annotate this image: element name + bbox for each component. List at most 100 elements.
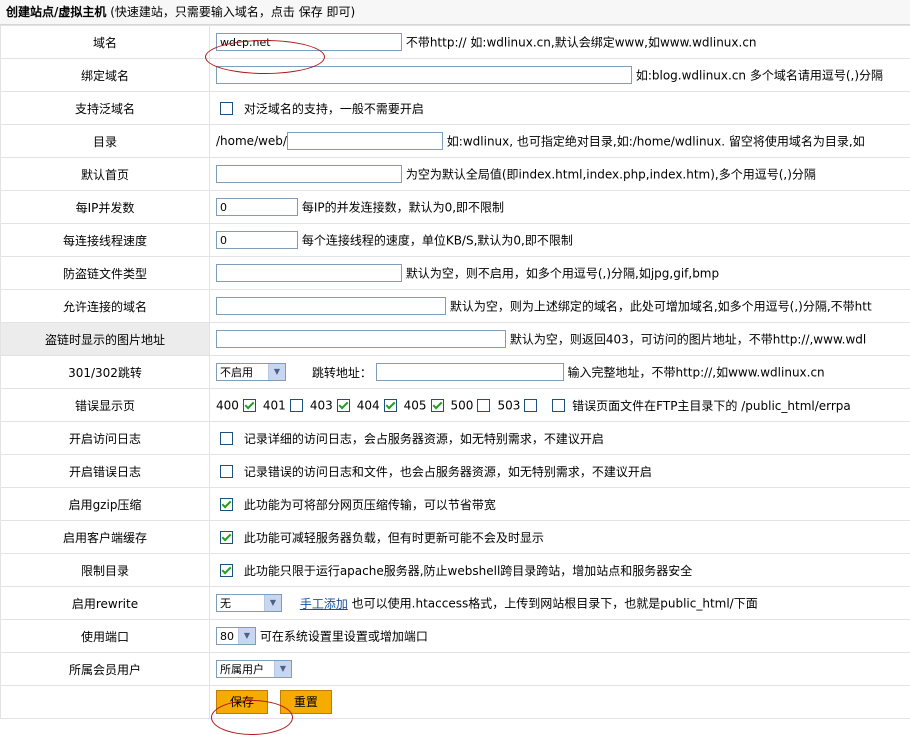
row-port: 使用端口 80 ▼ 可在系统设置里设置或增加端口: [0, 619, 910, 653]
error-code-checkbox[interactable]: [430, 398, 444, 412]
actions-spacer: [0, 685, 210, 719]
error-code-label: 401: [262, 398, 286, 412]
conn-input[interactable]: [216, 198, 298, 216]
error-log-label: 开启错误日志: [0, 454, 210, 488]
client-cache-text: 此功能可减轻服务器负载，但有时更新可能不会及时显示: [243, 530, 544, 545]
row-wildcard: 支持泛域名 对泛域名的支持，一般不需要开启: [0, 91, 910, 125]
domain-hint: 不带http:// 如:wdlinux.cn,默认会绑定www,如www.wdl…: [405, 35, 757, 50]
row-rewrite: 启用rewrite 无 ▼ 手工添加 也可以使用.htaccess格式，上传到网…: [0, 586, 910, 620]
restrict-dir-text: 此功能只限于运行apache服务器,防止webshell跨目录跨站，增加站点和服…: [243, 563, 693, 578]
error-code-label: 400: [216, 398, 239, 412]
default-index-hint: 为空为默认全局值(即index.html,index.php,index.htm…: [405, 167, 816, 182]
redirect-select[interactable]: 不启用 ▼: [216, 363, 286, 381]
error-code-label: 500: [450, 398, 474, 412]
directory-prefix: /home/web/: [216, 134, 287, 148]
row-member: 所属会员用户 所属用户 ▼: [0, 652, 910, 686]
row-redirect: 301/302跳转 不启用 ▼ 跳转地址： 输入完整地址，不带http://,如…: [0, 355, 910, 389]
row-leech-types: 防盗链文件类型 默认为空，则不启用，如多个用逗号(,)分隔,如jpg,gif,b…: [0, 256, 910, 290]
leech-types-hint: 默认为空，则不启用，如多个用逗号(,)分隔,如jpg,gif,bmp: [405, 266, 720, 281]
wildcard-text: 对泛域名的支持，一般不需要开启: [243, 101, 424, 116]
row-speed: 每连接线程速度 每个连接线程的速度，单位KB/S,默认为0,即不限制: [0, 223, 910, 257]
row-leech-image: 盗链时显示的图片地址 默认为空，则返回403，可访问的图片地址，不带http:/…: [0, 322, 910, 356]
leech-image-input[interactable]: [216, 330, 506, 348]
save-button[interactable]: 保存: [216, 690, 269, 714]
error-codes: 400 401 403 404 405 500 503: [216, 398, 544, 412]
error-pages-label: 错误显示页: [0, 388, 210, 422]
redirect-hint: 输入完整地址，不带http://,如www.wdlinux.cn: [567, 365, 825, 380]
gzip-text: 此功能为可将部分网页压缩传输，可以节省带宽: [243, 497, 496, 512]
row-error-pages: 错误显示页 400 401 403 404 405 500 503 错误页面文件在FTP主目…: [0, 388, 910, 422]
error-code-label: 503: [497, 398, 521, 412]
bind-domain-label: 绑定域名: [0, 58, 210, 92]
row-access-log: 开启访问日志 记录详细的访问日志，会占服务器资源，如无特别需求，不建议开启: [0, 421, 910, 455]
rewrite-select[interactable]: 无 ▼: [216, 594, 282, 612]
leech-types-label: 防盗链文件类型: [0, 256, 210, 290]
allow-domains-input[interactable]: [216, 297, 446, 315]
port-hint: 可在系统设置里设置或增加端口: [259, 629, 428, 644]
access-log-checkbox[interactable]: [220, 431, 233, 445]
speed-hint: 每个连接线程的速度，单位KB/S,默认为0,即不限制: [301, 233, 573, 248]
gzip-label: 启用gzip压缩: [0, 487, 210, 521]
rewrite-hint: 也可以使用.htaccess格式，上传到网站根目录下，也就是public_htm…: [351, 596, 758, 611]
error-code-checkbox[interactable]: [524, 398, 538, 412]
error-code-label: 404: [356, 398, 380, 412]
error-log-text: 记录错误的访问日志和文件，也会占服务器资源，如无特别需求，不建议开启: [243, 464, 652, 479]
row-default-index: 默认首页 为空为默认全局值(即index.html,index.php,inde…: [0, 157, 910, 191]
row-restrict-dir: 限制目录 此功能只限于运行apache服务器,防止webshell跨目录跨站，增…: [0, 553, 910, 587]
row-bind-domain: 绑定域名 如:blog.wdlinux.cn 多个域名请用逗号(,)分隔: [0, 58, 910, 92]
rewrite-select-value: 无: [220, 597, 231, 610]
restrict-dir-checkbox[interactable]: [220, 563, 233, 577]
site-form: 域名 不带http:// 如:wdlinux.cn,默认会绑定www,如www.…: [0, 25, 910, 719]
redirect-address-input[interactable]: [375, 363, 564, 381]
allow-domains-label: 允许连接的域名: [0, 289, 210, 323]
error-code-checkbox[interactable]: [383, 398, 397, 412]
restrict-dir-label: 限制目录: [0, 553, 210, 587]
error-code-checkbox[interactable]: [242, 398, 256, 412]
error-log-checkbox[interactable]: [220, 464, 233, 478]
error-code-checkbox[interactable]: [336, 398, 350, 412]
dropdown-arrow-icon: ▼: [274, 661, 291, 677]
gzip-checkbox[interactable]: [220, 497, 233, 511]
page-subtitle: (快速建站，只需要输入域名，点击 保存 即可): [110, 5, 356, 19]
page-title: 创建站点/虚拟主机: [6, 5, 107, 19]
speed-label: 每连接线程速度: [0, 223, 210, 257]
row-gzip: 启用gzip压缩 此功能为可将部分网页压缩传输，可以节省带宽: [0, 487, 910, 521]
row-error-log: 开启错误日志 记录错误的访问日志和文件，也会占服务器资源，如无特别需求，不建议开…: [0, 454, 910, 488]
client-cache-checkbox[interactable]: [220, 530, 233, 544]
row-actions: 保存 重置: [0, 685, 910, 719]
redirect-select-value: 不启用: [220, 366, 253, 379]
dropdown-arrow-icon: ▼: [264, 595, 281, 611]
error-pages-hint: 错误页面文件在FTP主目录下的 /public_html/errpa: [572, 398, 851, 413]
default-index-input[interactable]: [216, 165, 402, 183]
redirect-label: 301/302跳转: [0, 355, 210, 389]
error-code-checkbox[interactable]: [477, 398, 491, 412]
wildcard-checkbox[interactable]: [220, 101, 233, 115]
port-select-value: 80: [220, 630, 234, 643]
page: 创建站点/虚拟主机 (快速建站，只需要输入域名，点击 保存 即可) 域名 不带h…: [0, 0, 910, 735]
error-file-checkbox[interactable]: [552, 398, 566, 412]
member-select[interactable]: 所属用户 ▼: [216, 660, 292, 678]
default-index-label: 默认首页: [0, 157, 210, 191]
conn-hint: 每IP的并发连接数，默认为0,即不限制: [301, 200, 505, 215]
reset-button[interactable]: 重置: [279, 690, 332, 714]
directory-label: 目录: [0, 124, 210, 158]
dropdown-arrow-icon: ▼: [238, 628, 255, 644]
bind-domain-input[interactable]: [216, 66, 632, 84]
row-directory: 目录 /home/web/ 如:wdlinux, 也可指定绝对目录,如:/hom…: [0, 124, 910, 158]
error-code-label: 403: [309, 398, 333, 412]
speed-input[interactable]: [216, 231, 298, 249]
leech-types-input[interactable]: [216, 264, 402, 282]
port-select[interactable]: 80 ▼: [216, 627, 256, 645]
domain-input[interactable]: [216, 33, 402, 51]
allow-domains-hint: 默认为空，则为上述绑定的域名，此处可增加域名,如多个用逗号(,)分隔,不带htt: [449, 299, 872, 314]
row-allow-domains: 允许连接的域名 默认为空，则为上述绑定的域名，此处可增加域名,如多个用逗号(,)…: [0, 289, 910, 323]
rewrite-label: 启用rewrite: [0, 586, 210, 620]
row-client-cache: 启用客户端缓存 此功能可减轻服务器负载，但有时更新可能不会及时显示: [0, 520, 910, 554]
directory-input[interactable]: [286, 132, 443, 150]
row-domain: 域名 不带http:// 如:wdlinux.cn,默认会绑定www,如www.…: [0, 25, 910, 59]
redirect-address-label: 跳转地址：: [311, 365, 372, 380]
manual-add-link[interactable]: 手工添加: [300, 597, 348, 611]
error-code-checkbox[interactable]: [289, 398, 303, 412]
conn-label: 每IP并发数: [0, 190, 210, 224]
dropdown-arrow-icon: ▼: [268, 364, 285, 380]
